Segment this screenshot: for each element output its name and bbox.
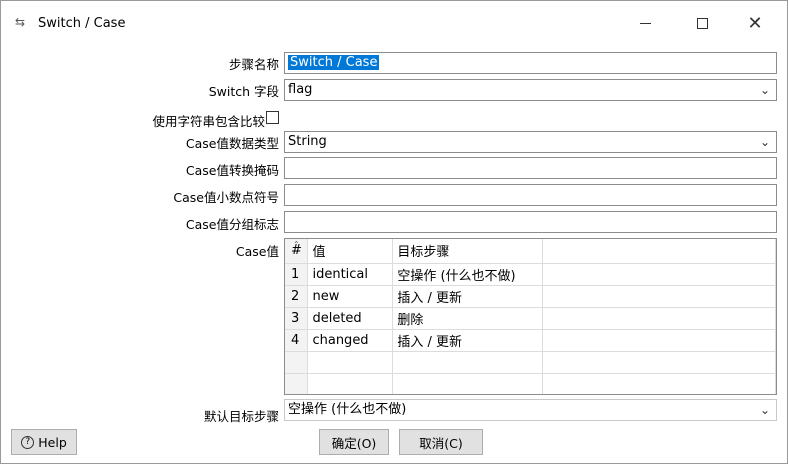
switch-case-dialog: ⇆ Switch / Case ✕ 步骤名称 Switch / Case Swi…: [0, 0, 788, 464]
maximize-button[interactable]: [685, 11, 719, 35]
case-group-label: Case值分组标志: [185, 217, 279, 232]
chevron-down-icon: ⌄: [759, 83, 770, 97]
case-values-label: Case值: [235, 244, 279, 259]
row-empty: [542, 307, 776, 330]
case-mask-label: Case值转换掩码: [185, 163, 279, 178]
row-empty: [542, 285, 776, 308]
row-target[interactable]: 删除: [392, 307, 544, 330]
row-num: 1: [285, 263, 309, 286]
help-button[interactable]: ? Help: [11, 429, 77, 455]
step-name-value: Switch / Case: [288, 55, 380, 70]
ok-button-label: 确定(O): [331, 435, 377, 451]
row-num: 4: [285, 329, 309, 352]
case-type-value: String: [288, 134, 327, 149]
default-target-select[interactable]: 空操作 (什么也不做) ⌄: [284, 399, 777, 421]
row-empty: [542, 351, 776, 374]
case-type-select[interactable]: String ⌄: [284, 131, 777, 153]
row-empty: [542, 329, 776, 352]
close-button[interactable]: ✕: [738, 11, 772, 35]
table-row-empty[interactable]: [285, 351, 776, 374]
contains-compare-checkbox[interactable]: [266, 111, 279, 124]
row-target-empty[interactable]: [392, 351, 544, 374]
contains-compare-label: 使用字符串包含比较: [152, 114, 265, 129]
minimize-icon: [639, 22, 651, 24]
row-value[interactable]: changed: [307, 329, 394, 352]
table-row[interactable]: 3 deleted 删除: [285, 307, 776, 330]
row-num-empty: [285, 373, 309, 394]
table-row-empty[interactable]: [285, 373, 776, 394]
row-num: 3: [285, 307, 309, 330]
ok-button[interactable]: 确定(O): [319, 429, 389, 455]
help-icon: ?: [21, 435, 35, 449]
row-value[interactable]: identical: [307, 263, 394, 286]
table-row[interactable]: 2 new 插入 / 更新: [285, 285, 776, 308]
column-header-value[interactable]: 值: [307, 239, 394, 264]
row-value-empty[interactable]: [307, 373, 394, 394]
row-target[interactable]: 空操作 (什么也不做): [392, 263, 544, 286]
row-num: 2: [285, 285, 309, 308]
cancel-button[interactable]: 取消(C): [399, 429, 483, 455]
case-decimal-input[interactable]: [284, 184, 777, 206]
switch-field-value: flag: [288, 82, 313, 97]
default-target-label: 默认目标步骤: [203, 409, 279, 424]
row-target[interactable]: 插入 / 更新: [392, 329, 544, 352]
case-decimal-label: Case值小数点符号: [173, 190, 279, 205]
row-num-empty: [285, 351, 309, 374]
table-row[interactable]: 4 changed 插入 / 更新: [285, 329, 776, 352]
switch-field-label: Switch 字段: [208, 84, 279, 99]
row-value-empty[interactable]: [307, 351, 394, 374]
window-title: Switch / Case: [38, 16, 126, 31]
cancel-button-label: 取消(C): [419, 435, 463, 451]
minimize-button[interactable]: [628, 11, 662, 35]
row-target[interactable]: 插入 / 更新: [392, 285, 544, 308]
row-target-empty[interactable]: [392, 373, 544, 394]
case-type-label: Case值数据类型: [185, 136, 279, 151]
chevron-down-icon: ⌄: [759, 403, 770, 417]
row-empty: [542, 263, 776, 286]
default-target-value: 空操作 (什么也不做): [288, 402, 407, 417]
column-header-empty: [542, 239, 776, 264]
column-header-target[interactable]: 目标步骤: [392, 239, 544, 264]
table-header-row: # 值 目标步骤: [285, 239, 776, 264]
row-empty: [542, 373, 776, 394]
sort-caret-icon: ⌃: [293, 240, 300, 249]
row-value[interactable]: new: [307, 285, 394, 308]
row-value[interactable]: deleted: [307, 307, 394, 330]
title-bar: ⇆ Switch / Case ✕: [1, 1, 787, 43]
chevron-down-icon: ⌄: [759, 135, 770, 149]
case-values-table[interactable]: ⌃ # 值 目标步骤 1 identical 空操作 (什么也不做) 2 new…: [284, 238, 777, 395]
switch-field-select[interactable]: flag ⌄: [284, 79, 777, 101]
step-name-label: 步骤名称: [228, 57, 279, 72]
help-button-label: Help: [38, 434, 67, 450]
maximize-icon: [696, 17, 708, 29]
swap-arrows-icon: ⇆: [15, 15, 26, 29]
close-icon: ✕: [747, 12, 763, 34]
table-row[interactable]: 1 identical 空操作 (什么也不做): [285, 263, 776, 286]
case-mask-input[interactable]: [284, 157, 777, 179]
step-name-input[interactable]: Switch / Case: [284, 52, 777, 74]
case-group-input[interactable]: [284, 211, 777, 233]
